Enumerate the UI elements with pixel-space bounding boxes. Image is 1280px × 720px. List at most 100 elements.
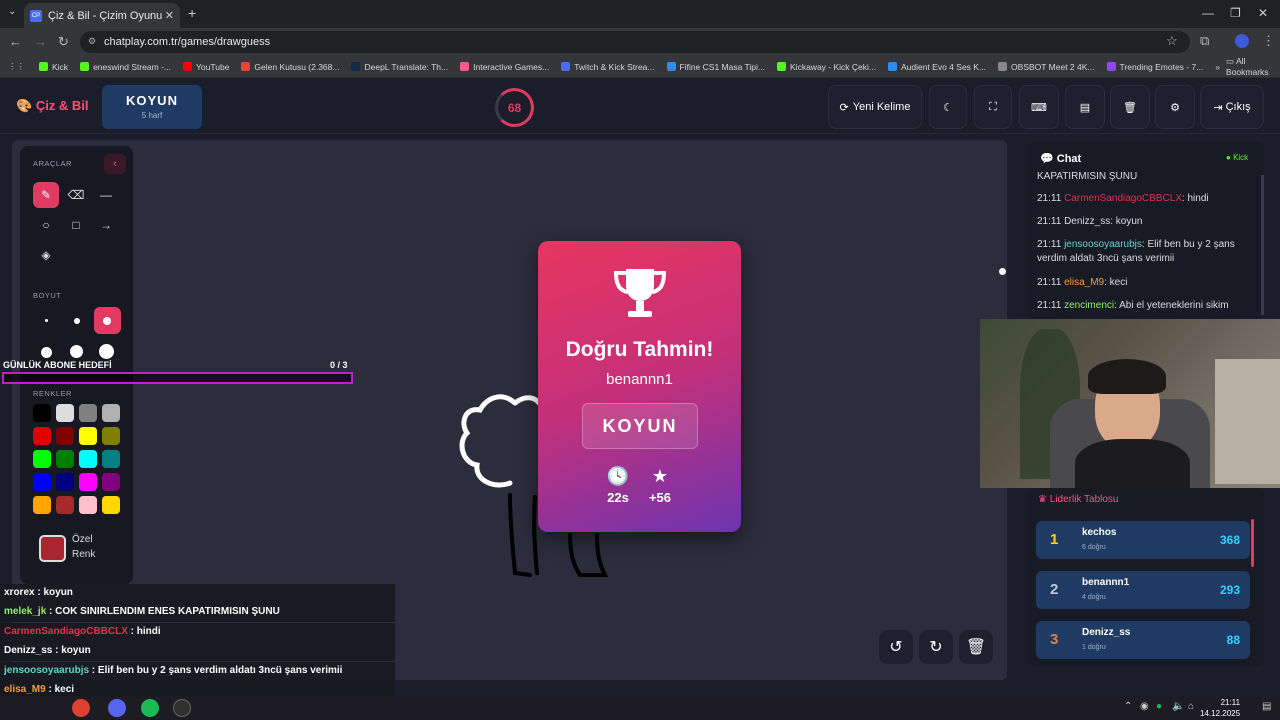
chrome-taskbar-icon[interactable]: [72, 699, 90, 717]
new-word-button[interactable]: ⟳ Yeni Kelime: [828, 85, 922, 129]
site-info-icon[interactable]: ⚙: [88, 36, 98, 46]
bookmark-item[interactable]: DeepL Translate: Th...: [351, 62, 448, 72]
tab-search-icon[interactable]: ⌄: [8, 6, 16, 17]
notifications-icon[interactable]: ▤: [1262, 701, 1271, 712]
color-swatch[interactable]: [102, 404, 120, 422]
archive-button[interactable]: ▤: [1065, 85, 1105, 129]
line-tool[interactable]: —: [93, 182, 119, 208]
color-swatch[interactable]: [79, 473, 97, 491]
spotify-taskbar-icon[interactable]: [141, 699, 159, 717]
close-tab-icon[interactable]: ✕: [165, 9, 174, 22]
brand-logo[interactable]: 🎨 Çiz & Bil: [16, 98, 89, 114]
back-icon[interactable]: ←: [9, 34, 22, 49]
menu-icon[interactable]: ⋮: [1262, 33, 1275, 49]
color-swatch[interactable]: [56, 473, 74, 491]
more-bookmarks-icon[interactable]: »: [1215, 62, 1220, 72]
fullscreen-button[interactable]: ⛶: [974, 85, 1012, 129]
undo-button[interactable]: ↺: [879, 630, 913, 664]
profile-avatar[interactable]: [1235, 34, 1249, 48]
bookmark-item[interactable]: eneswind Stream -...: [80, 62, 171, 72]
chat-user[interactable]: jensoosoyaarubjs: [1064, 239, 1142, 250]
size-m[interactable]: [103, 317, 111, 325]
bookmark-item[interactable]: Trending Emotes - 7...: [1106, 62, 1203, 72]
bookmark-item[interactable]: Fifine CS1 Masa Tipi...: [666, 62, 765, 72]
apps-grid-icon[interactable]: ⋮⋮: [8, 61, 25, 72]
color-swatch[interactable]: [33, 427, 51, 445]
taskbar-clock[interactable]: 21:11 14.12.2025: [1200, 697, 1240, 719]
size-xl[interactable]: [70, 345, 83, 358]
clock-icon: 🕓: [606, 466, 630, 486]
color-swatch[interactable]: [102, 450, 120, 468]
clear-button[interactable]: 🗑: [1110, 85, 1150, 129]
tray-discord-icon[interactable]: ◉: [1140, 701, 1149, 712]
leaderboard-scrollbar[interactable]: [1251, 519, 1254, 567]
size-xs[interactable]: [45, 319, 48, 322]
network-icon[interactable]: ⌂: [1188, 701, 1194, 712]
obs-taskbar-icon[interactable]: [173, 699, 191, 717]
chat-user[interactable]: CarmenSandiagoCBBCLX: [1064, 193, 1182, 204]
bookmark-favicon-icon: [777, 62, 787, 71]
bookmark-item[interactable]: Gelen Kutusu (2.368...: [241, 62, 339, 72]
size-l[interactable]: [41, 347, 52, 358]
chat-scrollbar[interactable]: [1261, 175, 1264, 315]
color-swatch[interactable]: [102, 473, 120, 491]
redo-button[interactable]: ↻: [919, 630, 953, 664]
color-swatch[interactable]: [56, 450, 74, 468]
keyboard-button[interactable]: ⌨: [1019, 85, 1059, 129]
forward-icon[interactable]: →: [34, 34, 47, 49]
color-swatch[interactable]: [56, 496, 74, 514]
extensions-icon[interactable]: ⧉: [1200, 33, 1209, 49]
bookmark-item[interactable]: Interactive Games...: [460, 62, 549, 72]
chat-user[interactable]: Denizz_ss: [1064, 216, 1110, 227]
color-swatch[interactable]: [33, 404, 51, 422]
bookmark-item[interactable]: Kick: [39, 62, 68, 72]
color-swatch[interactable]: [33, 450, 51, 468]
volume-icon[interactable]: 🔈: [1172, 701, 1184, 712]
browser-tab[interactable]: CP Çiz & Bil - Çizim Oyunu ✕: [24, 3, 180, 28]
bookmark-item[interactable]: OBSBOT Meet 2 4K...: [998, 62, 1095, 72]
color-swatch[interactable]: [79, 450, 97, 468]
chat-user[interactable]: zencimenci: [1064, 300, 1114, 311]
color-swatch[interactable]: [79, 427, 97, 445]
bookmark-item[interactable]: Twitch & Kick Strea...: [561, 62, 655, 72]
minimize-icon[interactable]: —: [1202, 6, 1214, 20]
chat-user[interactable]: elisa_M9: [1064, 277, 1104, 288]
color-swatch[interactable]: [102, 427, 120, 445]
window-close-icon[interactable]: ✕: [1258, 6, 1268, 20]
settings-button[interactable]: ⚙: [1155, 85, 1195, 129]
collapse-tools-button[interactable]: ‹: [104, 154, 126, 174]
cursor-dot: [999, 268, 1006, 275]
color-swatch[interactable]: [102, 496, 120, 514]
restore-icon[interactable]: ❐: [1230, 6, 1241, 20]
arrow-tool[interactable]: →: [93, 212, 119, 238]
bookmark-label: YouTube: [196, 61, 230, 72]
size-xxl[interactable]: [99, 344, 114, 359]
circle-tool[interactable]: ○: [33, 212, 59, 238]
bookmark-item[interactable]: YouTube: [183, 62, 229, 72]
color-swatch[interactable]: [56, 427, 74, 445]
color-swatch[interactable]: [33, 473, 51, 491]
reload-icon[interactable]: ↻: [58, 34, 69, 50]
bookmark-star-icon[interactable]: ☆: [1166, 33, 1178, 49]
bookmark-item[interactable]: Audient Evo 4 Ses K...: [887, 62, 986, 72]
bookmark-item[interactable]: Kickaway - Kick Çeki...: [777, 62, 876, 72]
exit-button[interactable]: ⇥ Çıkış: [1200, 85, 1264, 129]
eraser-tool[interactable]: ⌫: [63, 182, 89, 208]
color-swatch[interactable]: [56, 404, 74, 422]
all-bookmarks-folder[interactable]: ▭ All Bookmarks: [1226, 56, 1270, 77]
discord-taskbar-icon[interactable]: [108, 699, 126, 717]
size-s[interactable]: [74, 318, 80, 324]
rectangle-tool[interactable]: □: [63, 212, 89, 238]
fill-tool[interactable]: ◈: [33, 242, 59, 268]
url-field[interactable]: ⚙ chatplay.com.tr/games/drawguess: [80, 31, 1190, 53]
color-swatch[interactable]: [33, 496, 51, 514]
tray-spotify-icon[interactable]: ●: [1156, 701, 1162, 712]
clear-canvas-button[interactable]: 🗑: [959, 630, 993, 664]
dark-mode-button[interactable]: ☾: [929, 85, 967, 129]
custom-color-picker[interactable]: [39, 535, 66, 562]
new-tab-icon[interactable]: +: [188, 5, 196, 21]
tray-expand-icon[interactable]: ⌃: [1124, 701, 1132, 712]
color-swatch[interactable]: [79, 496, 97, 514]
brush-tool[interactable]: ✎: [33, 182, 59, 208]
color-swatch[interactable]: [79, 404, 97, 422]
